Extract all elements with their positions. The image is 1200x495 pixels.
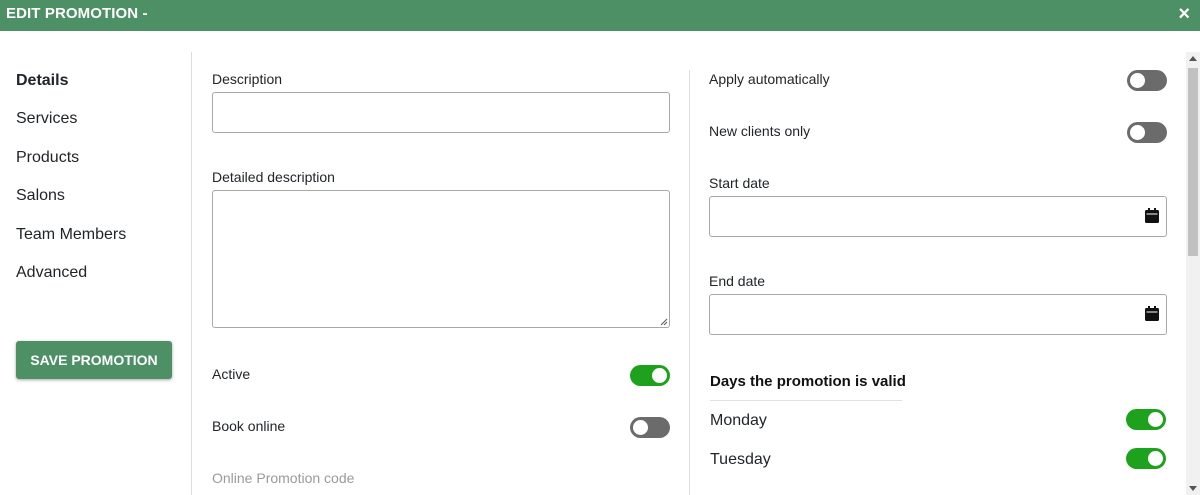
new-clients-only-label: New clients only	[709, 123, 811, 139]
day-label-monday: Monday	[710, 412, 767, 429]
toggle-knob	[1130, 73, 1145, 88]
toggle-knob	[1130, 125, 1145, 140]
end-date-label: End date	[709, 273, 766, 289]
days-heading-divider	[710, 400, 902, 401]
toggle-knob	[1148, 451, 1163, 466]
monday-toggle[interactable]	[1126, 409, 1166, 430]
description-label: Description	[212, 71, 283, 87]
apply-automatically-toggle[interactable]	[1127, 70, 1167, 91]
column-divider	[689, 70, 690, 495]
sidebar-item-products[interactable]: Products	[16, 149, 79, 167]
new-clients-only-toggle[interactable]	[1127, 122, 1167, 143]
online-promotion-code-label: Online Promotion code	[212, 470, 355, 486]
detailed-description-textarea[interactable]	[212, 190, 670, 328]
detailed-description-label: Detailed description	[212, 169, 335, 185]
start-date-label: Start date	[709, 175, 770, 191]
day-label-tuesday: Tuesday	[710, 451, 771, 468]
save-promotion-button[interactable]: SAVE PROMOTION	[16, 341, 172, 379]
active-label: Active	[212, 366, 251, 382]
toggle-knob	[1148, 412, 1163, 427]
toggle-knob	[652, 368, 667, 383]
dialog-title: EDIT PROMOTION -	[6, 5, 148, 22]
sidebar-item-advanced[interactable]: Advanced	[16, 264, 87, 282]
book-online-label: Book online	[212, 418, 286, 434]
sidebar-item-team-members[interactable]: Team Members	[16, 226, 126, 244]
scroll-up-icon[interactable]	[1189, 56, 1197, 61]
days-valid-heading: Days the promotion is valid	[710, 373, 906, 390]
active-toggle[interactable]	[630, 365, 670, 386]
sidebar-item-salons[interactable]: Salons	[16, 187, 65, 205]
start-date-input[interactable]	[709, 196, 1167, 237]
calendar-icon[interactable]	[1145, 208, 1159, 223]
sidebar: Details Services Products Salons Team Me…	[0, 52, 192, 495]
resize-grip-icon[interactable]	[658, 316, 668, 326]
end-date-input[interactable]	[709, 294, 1167, 335]
vertical-scrollbar[interactable]	[1186, 52, 1200, 495]
description-input[interactable]	[212, 92, 670, 133]
dialog-titlebar: EDIT PROMOTION - ×	[0, 0, 1200, 31]
scrollbar-thumb[interactable]	[1188, 68, 1198, 256]
sidebar-item-services[interactable]: Services	[16, 110, 77, 128]
toggle-knob	[633, 420, 648, 435]
close-icon[interactable]: ×	[1178, 2, 1190, 26]
apply-automatically-label: Apply automatically	[709, 71, 830, 87]
calendar-icon[interactable]	[1145, 306, 1159, 321]
book-online-toggle[interactable]	[630, 417, 670, 438]
tuesday-toggle[interactable]	[1126, 448, 1166, 469]
sidebar-item-details[interactable]: Details	[16, 72, 68, 90]
scroll-down-icon[interactable]	[1189, 486, 1197, 491]
